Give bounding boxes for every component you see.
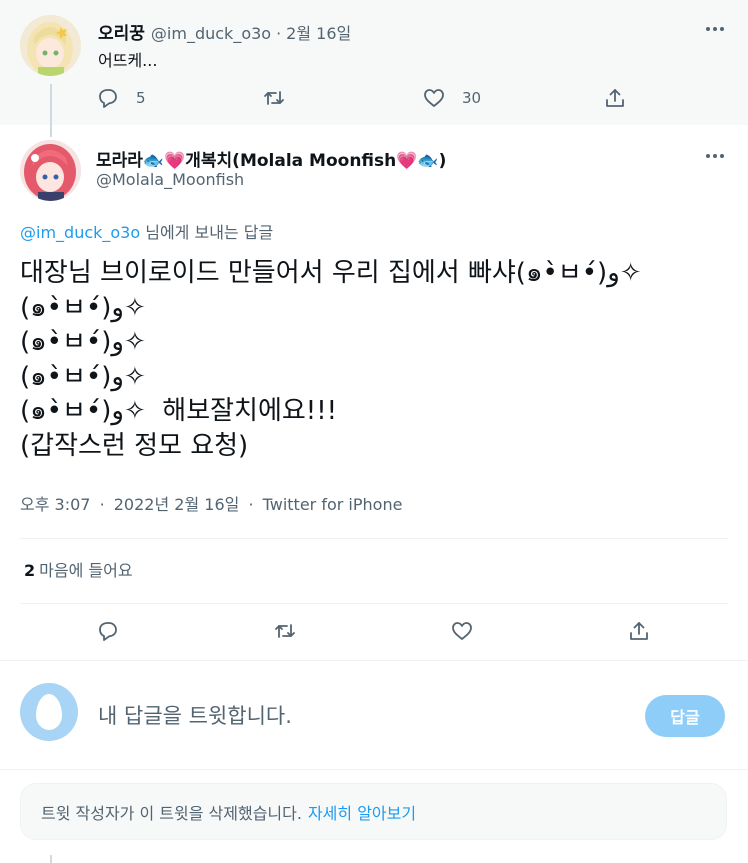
reply-icon — [99, 622, 117, 641]
thread-connector-bottom — [50, 855, 52, 863]
parent-separator: · — [276, 24, 282, 43]
main-handle[interactable]: @Molala_Moonfish — [96, 170, 244, 189]
anime-avatar-icon — [20, 140, 81, 201]
parent-like-button[interactable]: 30 — [422, 86, 481, 110]
parent-display-name[interactable]: 오리꿍 — [98, 19, 145, 44]
main-avatar[interactable] — [20, 140, 81, 201]
divider — [20, 603, 728, 604]
like-label: 마음에 들어요 — [39, 561, 133, 580]
anime-avatar-icon — [20, 15, 81, 76]
main-name-line: 모라라🐟💗개복치(Molala Moonfish💗🐟) — [96, 146, 446, 171]
like-icon — [452, 622, 472, 640]
retweet-icon — [275, 624, 295, 638]
reply-button[interactable] — [96, 619, 120, 643]
tweet-date[interactable]: 2022년 2월 16일 — [114, 495, 240, 514]
meta-separator: · — [99, 495, 105, 514]
share-icon — [630, 622, 648, 640]
tweet-source[interactable]: Twitter for iPhone — [263, 495, 403, 514]
parent-more-button[interactable] — [703, 22, 727, 36]
parent-date[interactable]: 2월 16일 — [286, 20, 351, 44]
parent-handle[interactable]: @im_duck_o3o — [151, 24, 271, 43]
egg-icon — [36, 694, 62, 730]
learn-more-link[interactable]: 자세히 알아보기 — [308, 800, 416, 824]
deleted-tweet-notice: 트윗 작성자가 이 트윗을 삭제했습니다. 자세히 알아보기 — [20, 783, 727, 840]
parent-retweet-button[interactable] — [262, 86, 286, 110]
parent-like-count: 30 — [462, 89, 482, 107]
parent-tweet-text: 어뜨케... — [98, 51, 158, 70]
reply-input[interactable] — [98, 700, 618, 732]
meta-separator-2: · — [248, 495, 254, 514]
replying-to-handle[interactable]: @im_duck_o3o — [20, 223, 140, 242]
reply-icon — [99, 89, 117, 108]
replying-to: @im_duck_o3o 님에게 보내는 답글 — [20, 219, 273, 243]
reply-submit-button[interactable]: 답글 — [645, 695, 725, 737]
parent-share-button[interactable] — [603, 86, 627, 110]
tweet-meta: 오후 3:07 · 2022년 2월 16일 · Twitter for iPh… — [20, 491, 402, 515]
deleted-text: 트윗 작성자가 이 트윗을 삭제했습니다. — [41, 803, 302, 823]
tweet-text: 대장님 브이로이드 만들어서 우리 집에서 빠샤(๑•̀ㅂ•́)و✧ (๑•̀ㅂ… — [20, 258, 642, 461]
retweet-icon — [264, 91, 284, 105]
thread-connector-top — [50, 125, 52, 137]
default-avatar — [20, 683, 78, 741]
more-icon — [706, 27, 724, 31]
parent-tweet[interactable]: 오리꿍 @im_duck_o3o · 2월 16일 어뜨케... 5 30 — [0, 0, 748, 130]
more-icon — [706, 154, 724, 158]
likes-count-link[interactable]: 2 마음에 들어요 — [24, 557, 133, 581]
parent-reply-button[interactable]: 5 — [96, 86, 146, 110]
thread-connector — [50, 84, 52, 130]
replying-to-suffix: 님에게 보내는 답글 — [140, 223, 274, 242]
parent-avatar[interactable] — [20, 15, 81, 76]
main-display-name[interactable]: 모라라🐟💗개복치(Molala Moonfish💗🐟) — [96, 146, 446, 171]
like-icon — [424, 89, 444, 107]
tweet-time[interactable]: 오후 3:07 — [20, 495, 90, 514]
share-icon — [606, 89, 624, 107]
main-more-button[interactable] — [703, 149, 727, 163]
parent-name-line: 오리꿍 @im_duck_o3o · 2월 16일 — [98, 19, 351, 44]
retweet-button[interactable] — [273, 619, 297, 643]
divider — [20, 538, 728, 539]
share-button[interactable] — [627, 619, 651, 643]
like-count: 2 — [24, 561, 36, 580]
like-button[interactable] — [450, 619, 474, 643]
parent-reply-count: 5 — [136, 89, 146, 107]
